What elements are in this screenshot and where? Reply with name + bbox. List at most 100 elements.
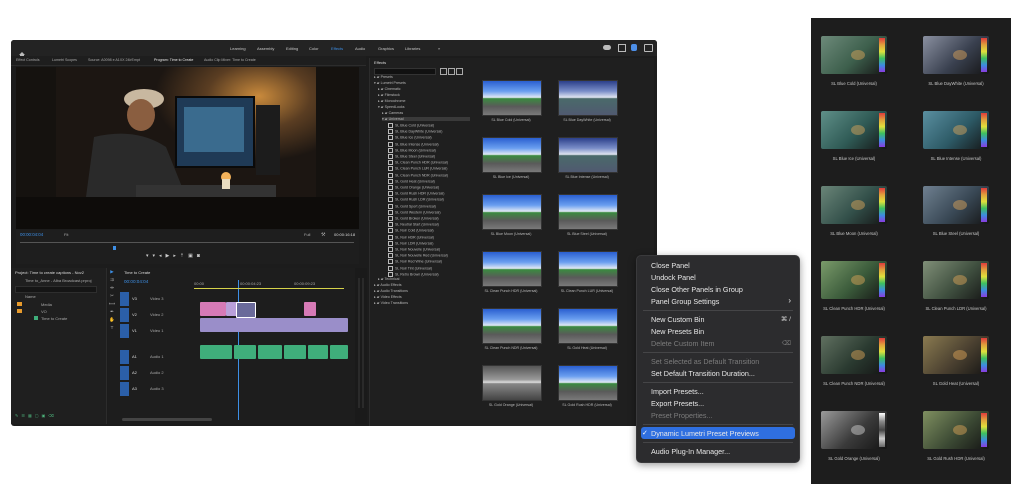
preset-list-item[interactable]: SL Clean Punch LUR (Universal): [388, 166, 478, 172]
program-scrubber[interactable]: [20, 242, 354, 243]
video-clip[interactable]: [304, 302, 316, 316]
ripple-edit-icon[interactable]: ⇹: [108, 284, 116, 292]
hand-tool-icon[interactable]: ✋: [108, 316, 116, 324]
preset-list-item[interactable]: SL Blue Cold (Universal): [388, 123, 478, 128]
preset-list-item[interactable]: SL Noir Cold (Universal): [388, 228, 478, 234]
project-item-vo[interactable]: VO: [17, 309, 103, 315]
playhead-marker[interactable]: [113, 246, 116, 250]
track-header[interactable]: V2 Video 2: [120, 308, 190, 322]
effects-search-input[interactable]: [374, 68, 436, 75]
program-monitor[interactable]: [16, 67, 359, 229]
lumetri-preview-thumbnail[interactable]: [923, 36, 989, 74]
preset-list-item[interactable]: SL Clean Punch NDR (Universal): [388, 172, 478, 178]
track-target-toggle[interactable]: [120, 382, 129, 396]
tab-program[interactable]: Program: Time to Create: [154, 58, 193, 62]
menu-item-dynamic-lumetri-preset-previews[interactable]: Dynamic Lumetri Preset Previews: [651, 429, 759, 438]
preset-list-item[interactable]: SL Gold Broken (Universal): [388, 216, 478, 221]
timeline-timecode[interactable]: 00:00:04:04: [124, 279, 148, 284]
menu-item-panel-group-settings[interactable]: Panel Group Settings: [651, 297, 719, 306]
preset-list-item[interactable]: SL Noir HDR (Universal): [388, 234, 478, 240]
preset-list-item[interactable]: SL Blue Steel (Universal): [388, 154, 478, 159]
type-tool-icon[interactable]: T: [108, 324, 116, 332]
menu-item-undock-panel[interactable]: Undock Panel: [651, 273, 696, 282]
project-search-input[interactable]: [15, 286, 97, 293]
preset-thumbnail[interactable]: [558, 251, 618, 287]
workspace-libraries[interactable]: Libraries: [405, 46, 420, 51]
tab-effect-controls[interactable]: Effect Controls: [16, 58, 40, 62]
preset-list-item[interactable]: SL Noir Tint (Universal): [388, 265, 478, 271]
fit-dropdown[interactable]: Fit: [64, 232, 68, 237]
wrench-icon[interactable]: ⚒: [321, 232, 325, 238]
tab-audio-clip-mixer[interactable]: Audio Clip Mixer: Time to Create: [204, 58, 256, 62]
preset-list-item[interactable]: SL Blue Intense (Universal): [388, 141, 478, 147]
work-area-bar[interactable]: [194, 288, 344, 289]
user-icon[interactable]: [631, 44, 637, 51]
audio-clip[interactable]: [330, 345, 348, 359]
preset-list-item[interactable]: SL Blue Ice (Universal): [388, 135, 478, 141]
workspace-learning[interactable]: Learning: [230, 46, 246, 51]
menu-item-new-presets-bin[interactable]: New Presets Bin: [651, 327, 704, 336]
audio-clip[interactable]: [284, 345, 306, 359]
track-header[interactable]: V3 Video 3: [120, 292, 190, 306]
chat-icon[interactable]: [644, 44, 653, 52]
tree-item-audio-transitions[interactable]: ▸ ▰ Audio Transitions: [374, 289, 474, 293]
workspace-assembly[interactable]: Assembly: [257, 46, 274, 51]
preset-list-item[interactable]: SL Gold Orange (Universal): [388, 185, 478, 190]
menu-item-close-panel[interactable]: Close Panel: [651, 261, 690, 270]
lumetri-preview-thumbnail[interactable]: [923, 186, 989, 224]
menu-item-set-default-transition-duration[interactable]: Set Default Transition Duration...: [651, 369, 755, 378]
preset-thumbnail[interactable]: [558, 194, 618, 230]
new-bin-icon[interactable]: ▢: [35, 413, 42, 418]
preset-thumbnail[interactable]: [482, 308, 542, 344]
video-clip-selected[interactable]: [236, 302, 256, 318]
menu-item-import-presets[interactable]: Import Presets...: [651, 387, 704, 396]
tree-item-presets[interactable]: ▸ ▰ Presets: [374, 75, 474, 79]
track-target-toggle[interactable]: [120, 292, 129, 306]
tree-item-lumetri-presets[interactable]: ▾ ▰ Lumetri Presets: [374, 81, 474, 85]
tree-item-technical[interactable]: ▸ ▰ Technical: [378, 277, 478, 281]
lift-icon[interactable]: ⇡: [180, 253, 188, 259]
audio-clip[interactable]: [234, 345, 256, 359]
tab-source[interactable]: Source: A0098 e A1XX 24lrEmpt: [88, 58, 140, 62]
icon-view-icon[interactable]: ▦: [28, 413, 35, 418]
preset-list-item[interactable]: SL Clean Punch HDR (Universal): [388, 160, 478, 166]
project-name-header[interactable]: Name: [25, 294, 36, 299]
menu-item-close-other-panels-in-group[interactable]: Close Other Panels in Group: [651, 285, 743, 294]
tree-item-video-transitions[interactable]: ▸ ▰ Video Transitions: [374, 301, 474, 305]
preset-list-item[interactable]: SL Noir Nouvelle (Universal): [388, 247, 478, 252]
track-select-icon[interactable]: ⇉: [108, 276, 116, 284]
program-timecode-left[interactable]: 00:00:04:04: [20, 232, 43, 237]
pen-tool-icon[interactable]: ✒: [108, 308, 116, 316]
cloud-icon[interactable]: [603, 45, 611, 50]
preset-thumbnail[interactable]: [482, 80, 542, 116]
video-clip[interactable]: [200, 318, 348, 332]
tree-item-audio-effects[interactable]: ▸ ▰ Audio Effects: [374, 283, 474, 287]
timeline-title[interactable]: Time to Create: [124, 270, 150, 275]
tree-item-universal[interactable]: ▾ ▰ Universal: [382, 117, 470, 121]
preset-list-item[interactable]: SL Noir Nouvelle Red (Universal): [388, 253, 478, 259]
preset-thumbnail[interactable]: [558, 365, 618, 401]
track-header[interactable]: A2 Audio 2: [120, 366, 190, 380]
preset-thumbnail[interactable]: [482, 365, 542, 401]
preset-list-item[interactable]: SL Neutral Start (Universal): [388, 222, 478, 228]
track-target-toggle[interactable]: [120, 324, 129, 338]
preset-thumbnail[interactable]: [482, 194, 542, 230]
track-target-toggle[interactable]: [120, 350, 129, 364]
track-header[interactable]: A3 Audio 3: [120, 382, 190, 396]
lumetri-preview-thumbnail[interactable]: [923, 111, 989, 149]
project-item-media[interactable]: Media: [17, 302, 103, 308]
preset-list-item[interactable]: SL Gold Heat (Universal): [388, 178, 478, 184]
preset-list-item[interactable]: SL Gold Rush HDR (Universal): [388, 191, 478, 197]
preset-thumbnail[interactable]: [558, 80, 618, 116]
workspace-editing[interactable]: Editing: [286, 46, 298, 51]
audio-clip[interactable]: [258, 345, 282, 359]
camera-icon[interactable]: ◙: [197, 253, 204, 259]
preset-list-item[interactable]: SL Gold Rush LDR (Universal): [388, 197, 478, 203]
menu-item-audio-plug-in-manager[interactable]: Audio Plug-In Manager...: [651, 447, 730, 456]
32bit-effects-icon[interactable]: [448, 68, 455, 75]
preset-list-item[interactable]: SL Blue DayWhite (Universal): [388, 129, 478, 135]
workspace-audio[interactable]: Audio: [355, 46, 365, 51]
lumetri-preview-thumbnail[interactable]: [821, 36, 887, 74]
lumetri-preview-thumbnail[interactable]: [821, 186, 887, 224]
preset-list-item[interactable]: SL Gold Western (Universal): [388, 209, 478, 215]
